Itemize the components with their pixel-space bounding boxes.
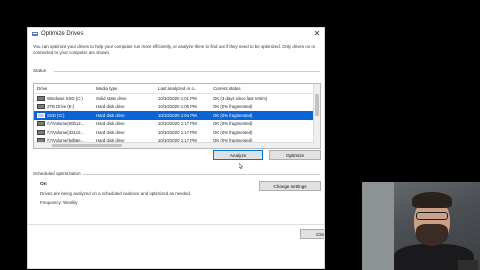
drive-optimize-icon <box>32 31 38 37</box>
drive-name: 2TB Drive (E:) <box>34 104 93 110</box>
drives-table-header: Drive Media type Last analyzed or o... C… <box>34 84 320 94</box>
status-heading: Status <box>33 68 47 73</box>
webcam-overlay <box>362 182 480 270</box>
title-bar: Optimize Drives ✕ <box>28 28 324 40</box>
drive-row[interactable]: 2TB Drive (E:) Hard disk drive 10/10/2020 … <box>34 103 320 112</box>
drive-row[interactable]: \\?\Volume{321c0... Hard disk drive 10/10/… <box>34 128 320 137</box>
close-button[interactable]: Close <box>300 229 324 239</box>
analyze-button[interactable]: Analyze <box>213 150 263 160</box>
column-header-drive[interactable]: Drive <box>34 86 93 91</box>
drive-last-analyzed: 10/10/2020 1:05 PM <box>158 104 197 110</box>
drive-row[interactable]: SSD (G:) Hard disk drive 10/10/2020 1:04 P… <box>34 111 320 120</box>
drives-table[interactable]: Drive Media type Last analyzed or o... C… <box>33 83 321 149</box>
drive-current-status: OK (0% fragmented) <box>213 104 253 110</box>
drive-last-analyzed: 10/10/2020 1:17 PM <box>158 121 197 127</box>
webcam-person-beard <box>416 224 448 246</box>
status-divider <box>54 71 320 72</box>
drive-name-text: SSD (G:) <box>47 112 65 118</box>
scheduled-divider <box>83 174 320 175</box>
drive-name: SSD (G:) <box>34 112 93 118</box>
optimize-button[interactable]: Optimize <box>269 150 321 160</box>
webcam-background-object <box>458 260 478 270</box>
drive-last-analyzed: 10/10/2020 1:17 PM <box>158 129 197 135</box>
mouse-cursor-icon <box>238 156 244 170</box>
drive-current-status: OK (0% fragmented) <box>213 112 253 118</box>
schedule-description: Drives are being analyzed on a scheduled… <box>40 191 192 196</box>
drive-current-status: OK (0% fragmented) <box>213 121 253 127</box>
drive-name: \\?\Volume{321c0... <box>34 129 93 135</box>
column-header-media-type[interactable]: Media type <box>93 86 155 91</box>
drive-last-analyzed: 10/10/2020 1:01 PM <box>158 95 197 101</box>
column-header-current-status[interactable]: Current status <box>210 86 313 91</box>
schedule-frequency: Frequency: Weekly <box>40 200 78 205</box>
close-window-icon[interactable]: ✕ <box>310 28 324 40</box>
drive-name-text: Windows SSD (C:) <box>47 95 83 101</box>
drive-name-text: 2TB Drive (E:) <box>47 104 75 110</box>
drive-media-type: Hard disk drive <box>96 121 125 127</box>
drive-row[interactable]: Windows SSD (C:) Solid state drive 10/10/2… <box>34 94 320 103</box>
optimize-drives-window: Optimize Drives ✕ You can optimize your … <box>27 27 325 269</box>
vertical-scroll-thumb[interactable] <box>315 94 319 116</box>
drive-media-type: Hard disk drive <box>96 129 125 135</box>
scheduled-optimization-heading: Scheduled optimization <box>33 171 81 176</box>
drive-row[interactable]: \\?\Volume{00b12... Hard disk drive 10/10/… <box>34 120 320 129</box>
footer-divider <box>28 224 324 225</box>
window-description: You can optimize your drives to help you… <box>33 44 316 55</box>
webcam-person-hair <box>412 192 452 208</box>
hard-drive-icon <box>37 129 45 135</box>
hard-drive-icon <box>37 121 45 127</box>
window-title: Optimize Drives <box>41 31 84 37</box>
drive-media-type: Hard disk drive <box>96 104 125 110</box>
drive-name: \\?\Volume{00b12... <box>34 121 93 127</box>
column-header-last-analyzed[interactable]: Last analyzed or o... <box>155 86 210 91</box>
drive-name-text: \\?\Volume{321c0... <box>47 129 85 135</box>
vertical-scrollbar[interactable] <box>313 84 320 148</box>
drive-name: Windows SSD (C:) <box>34 95 93 101</box>
hard-drive-icon <box>37 95 45 101</box>
drive-current-status: OK (3 days since last retrim) <box>213 95 268 101</box>
drive-media-type: Solid state drive <box>96 95 127 101</box>
change-settings-button[interactable]: Change settings <box>259 181 321 191</box>
drive-name-text: \\?\Volume{00b12... <box>47 121 85 127</box>
schedule-state: On <box>40 182 47 187</box>
webcam-person-glasses <box>416 212 448 220</box>
drive-media-type: Hard disk drive <box>96 112 125 118</box>
drive-current-status: OK (0% fragmented) <box>213 129 253 135</box>
drive-last-analyzed: 10/10/2020 1:04 PM <box>158 112 197 118</box>
horizontal-scroll-thumb[interactable] <box>52 144 122 147</box>
hard-drive-icon <box>37 112 45 118</box>
hard-drive-icon <box>37 104 45 110</box>
horizontal-scrollbar[interactable] <box>34 142 315 148</box>
webcam-background-wall <box>362 182 394 270</box>
